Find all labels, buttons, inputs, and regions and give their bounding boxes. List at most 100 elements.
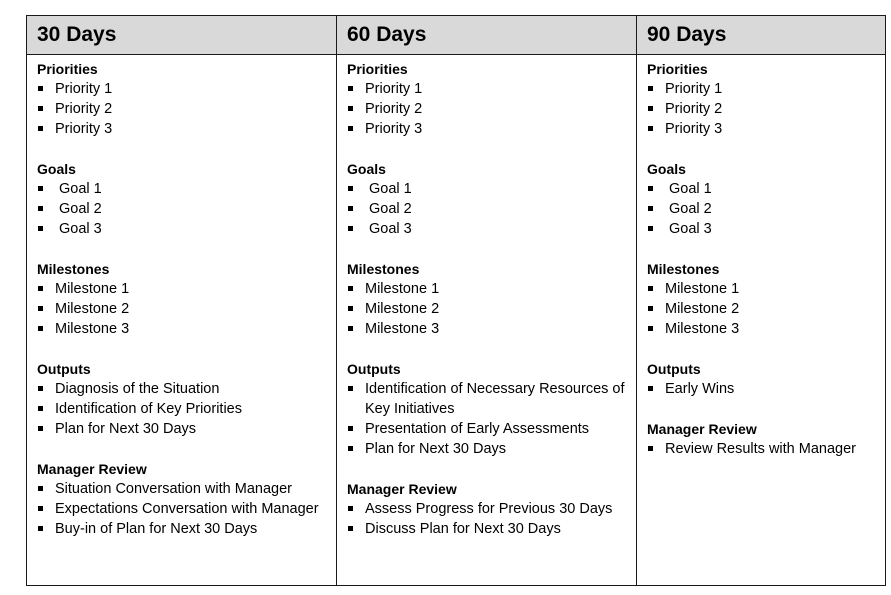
square-bullet-icon (648, 306, 653, 311)
square-bullet-icon (348, 426, 353, 431)
list-item-text: Milestone 2 (55, 301, 130, 317)
list-item-text: Goal 1 (369, 181, 412, 197)
list-item-text: Priority 1 (55, 81, 113, 97)
bullet-list: Goal 1 Goal 2 Goal 3 (647, 179, 879, 239)
list-item: Priority 1 (647, 79, 879, 99)
square-bullet-icon (348, 86, 353, 91)
list-item-text: Diagnosis of the Situation (55, 381, 220, 397)
bullet-list: Review Results with Manager (647, 439, 879, 459)
list-item-text: Goal 2 (669, 201, 712, 217)
square-bullet-icon (348, 286, 353, 291)
square-bullet-icon (348, 226, 353, 231)
section-outputs: Outputs Early Wins (647, 359, 879, 399)
square-bullet-icon (648, 186, 653, 191)
list-item: Milestone 3 (37, 319, 330, 339)
list-item: Situation Conversation with Manager (37, 479, 330, 499)
square-bullet-icon (348, 126, 353, 131)
list-item: Goal 1 (647, 179, 879, 199)
section-manager-review: Manager Review Assess Progress for Previo… (347, 479, 630, 539)
list-item-text: Identification of Necessary Resources of… (365, 381, 625, 417)
list-item: Milestone 2 (37, 299, 330, 319)
square-bullet-icon (38, 326, 43, 331)
list-item-text: Milestone 3 (55, 321, 130, 337)
list-item-text: Goal 2 (369, 201, 412, 217)
section-title: Milestones (347, 261, 420, 277)
square-bullet-icon (648, 126, 653, 131)
section-title: Priorities (647, 61, 708, 77)
square-bullet-icon (648, 446, 653, 451)
list-item: Goal 1 (347, 179, 630, 199)
square-bullet-icon (348, 386, 353, 391)
column-header-60-days: 60 Days (336, 15, 637, 55)
section-title: Manager Review (647, 421, 757, 437)
section-manager-review: Manager Review Review Results with Manage… (647, 419, 879, 459)
list-item: Milestone 1 (647, 279, 879, 299)
list-item-text: Early Wins (665, 381, 735, 397)
list-item-text: Priority 3 (665, 121, 723, 137)
list-item-text: Priority 3 (55, 121, 113, 137)
square-bullet-icon (38, 186, 43, 191)
list-item: Milestone 2 (647, 299, 879, 319)
list-item: Identification of Necessary Resources of… (347, 379, 630, 419)
list-item: Priority 3 (37, 119, 330, 139)
list-item: Goal 2 (37, 199, 330, 219)
list-item-text: Goal 3 (369, 221, 412, 237)
list-item: Milestone 2 (347, 299, 630, 319)
section-title: Manager Review (37, 461, 147, 477)
list-item-text: Discuss Plan for Next 30 Days (365, 521, 561, 537)
square-bullet-icon (38, 426, 43, 431)
column-90-days: Priorities Priority 1 Priority 2 Priority 3… (636, 54, 886, 586)
column-30-days: Priorities Priority 1 Priority 2 Priority 3… (26, 54, 337, 586)
square-bullet-icon (648, 226, 653, 231)
section-outputs: Outputs Diagnosis of the Situation Identif… (37, 359, 330, 439)
column-60-days: Priorities Priority 1 Priority 2 Priority 3… (336, 54, 637, 586)
list-item-text: Goal 3 (669, 221, 712, 237)
list-item: Goal 3 (647, 219, 879, 239)
square-bullet-icon (38, 306, 43, 311)
square-bullet-icon (348, 446, 353, 451)
list-item-text: Milestone 1 (665, 281, 740, 297)
section-title: Manager Review (347, 481, 457, 497)
section-milestones: Milestones Milestone 1 Milestone 2 Mileston… (347, 259, 630, 339)
section-title: Outputs (647, 361, 701, 377)
list-item: Goal 3 (347, 219, 630, 239)
bullet-list: Goal 1 Goal 2 Goal 3 (347, 179, 630, 239)
list-item: Priority 3 (647, 119, 879, 139)
section-goals: Goals Goal 1 Goal 2 Goal 3 (37, 159, 330, 239)
list-item: Plan for Next 30 Days (37, 419, 330, 439)
list-item-text: Priority 2 (55, 101, 113, 117)
plan-table: 30 Days 60 Days 90 Days Priorities Priori… (26, 15, 886, 586)
bullet-list: Milestone 1 Milestone 2 Milestone 3 (347, 279, 630, 339)
section-priorities: Priorities Priority 1 Priority 2 Priority 3 (347, 59, 630, 139)
list-item-text: Milestone 2 (365, 301, 440, 317)
list-item-text: Presentation of Early Assessments (365, 421, 590, 437)
section-title: Goals (37, 161, 76, 177)
square-bullet-icon (348, 526, 353, 531)
list-item: Goal 2 (647, 199, 879, 219)
list-item: Priority 3 (347, 119, 630, 139)
section-milestones: Milestones Milestone 1 Milestone 2 Mileston… (37, 259, 330, 339)
square-bullet-icon (348, 206, 353, 211)
list-item-text: Goal 3 (59, 221, 102, 237)
header-row: 30 Days 60 Days 90 Days (26, 15, 886, 55)
list-item: Milestone 3 (647, 319, 879, 339)
list-item-text: Priority 1 (665, 81, 723, 97)
square-bullet-icon (38, 506, 43, 511)
bullet-list: Diagnosis of the Situation Identification… (37, 379, 330, 439)
bullet-list: Milestone 1 Milestone 2 Milestone 3 (647, 279, 879, 339)
list-item-text: Plan for Next 30 Days (365, 441, 507, 457)
bullet-list: Milestone 1 Milestone 2 Milestone 3 (37, 279, 330, 339)
square-bullet-icon (348, 506, 353, 511)
list-item-text: Plan for Next 30 Days (55, 421, 197, 437)
list-item: Goal 2 (347, 199, 630, 219)
list-item: Review Results with Manager (647, 439, 879, 459)
list-item: Priority 2 (347, 99, 630, 119)
list-item-text: Priority 2 (365, 101, 423, 117)
list-item: Goal 1 (37, 179, 330, 199)
list-item-text: Review Results with Manager (665, 441, 856, 457)
section-title: Milestones (647, 261, 720, 277)
section-title: Goals (347, 161, 386, 177)
section-title: Milestones (37, 261, 110, 277)
square-bullet-icon (648, 386, 653, 391)
bullet-list: Priority 1 Priority 2 Priority 3 (347, 79, 630, 139)
